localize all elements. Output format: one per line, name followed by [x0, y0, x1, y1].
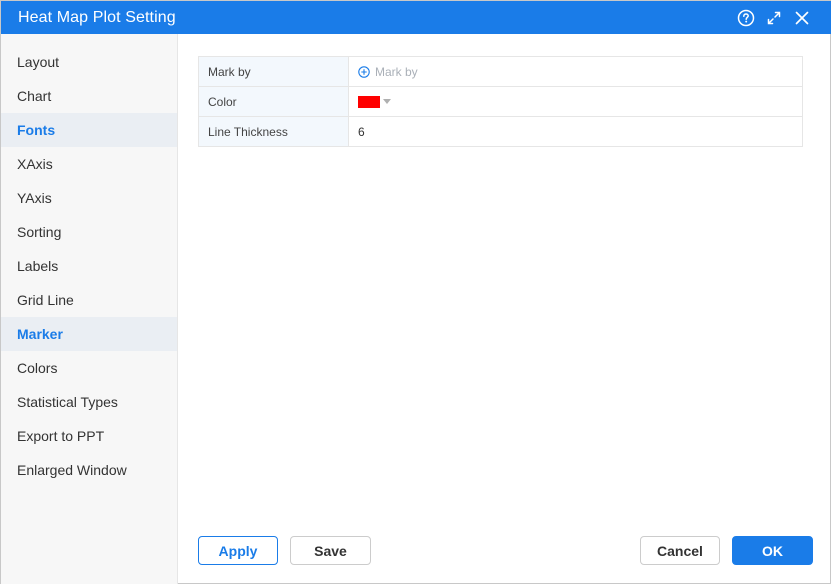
- help-icon[interactable]: [736, 8, 756, 28]
- color-swatch: [358, 95, 380, 108]
- sidebar-item-fonts[interactable]: Fonts: [1, 113, 177, 147]
- sidebar-item-marker[interactable]: Marker: [1, 317, 177, 351]
- sidebar-item-colors[interactable]: Colors: [1, 351, 177, 385]
- ok-button[interactable]: OK: [732, 536, 813, 565]
- cancel-button[interactable]: Cancel: [640, 536, 720, 565]
- chevron-down-icon: [383, 99, 391, 104]
- plus-circle-icon: [358, 65, 370, 78]
- settings-sidebar: Layout Chart Fonts XAxis YAxis Sorting L…: [1, 34, 178, 584]
- sidebar-item-grid-line[interactable]: Grid Line: [1, 283, 177, 317]
- dialog-title: Heat Map Plot Setting: [18, 8, 176, 26]
- table-row: Color: [198, 86, 803, 117]
- marker-properties-table: Mark by Mark by Color Line Thickness 6: [198, 56, 803, 147]
- heat-map-plot-setting-dialog: Heat Map Plot Setting Layout Chart Fonts…: [0, 0, 831, 584]
- sidebar-item-xaxis[interactable]: XAxis: [1, 147, 177, 181]
- line-thickness-label: Line Thickness: [198, 116, 349, 147]
- mark-by-add-button[interactable]: Mark by: [358, 65, 793, 79]
- color-cell: [348, 86, 803, 117]
- mark-by-label: Mark by: [198, 56, 349, 87]
- sidebar-item-sorting[interactable]: Sorting: [1, 215, 177, 249]
- line-thickness-input[interactable]: 6: [348, 116, 803, 147]
- sidebar-item-statistical-types[interactable]: Statistical Types: [1, 385, 177, 419]
- color-label: Color: [198, 86, 349, 117]
- marker-settings-panel: Mark by Mark by Color Line Thickness 6: [198, 56, 803, 147]
- sidebar-item-labels[interactable]: Labels: [1, 249, 177, 283]
- close-icon[interactable]: [792, 8, 812, 28]
- expand-icon[interactable]: [764, 8, 784, 28]
- save-button[interactable]: Save: [290, 536, 371, 565]
- sidebar-item-enlarged-window[interactable]: Enlarged Window: [1, 453, 177, 487]
- mark-by-cell: Mark by: [348, 56, 803, 87]
- color-picker[interactable]: [358, 95, 793, 108]
- sidebar-item-yaxis[interactable]: YAxis: [1, 181, 177, 215]
- sidebar-item-chart[interactable]: Chart: [1, 79, 177, 113]
- mark-by-placeholder: Mark by: [375, 64, 418, 79]
- sidebar-item-layout[interactable]: Layout: [1, 45, 177, 79]
- dialog-footer: Apply Save Cancel OK: [178, 521, 831, 583]
- apply-button[interactable]: Apply: [198, 536, 278, 565]
- title-bar-controls: [736, 8, 831, 28]
- title-bar: Heat Map Plot Setting: [1, 1, 831, 34]
- table-row: Mark by Mark by: [198, 56, 803, 87]
- table-row: Line Thickness 6: [198, 116, 803, 147]
- sidebar-item-export-to-ppt[interactable]: Export to PPT: [1, 419, 177, 453]
